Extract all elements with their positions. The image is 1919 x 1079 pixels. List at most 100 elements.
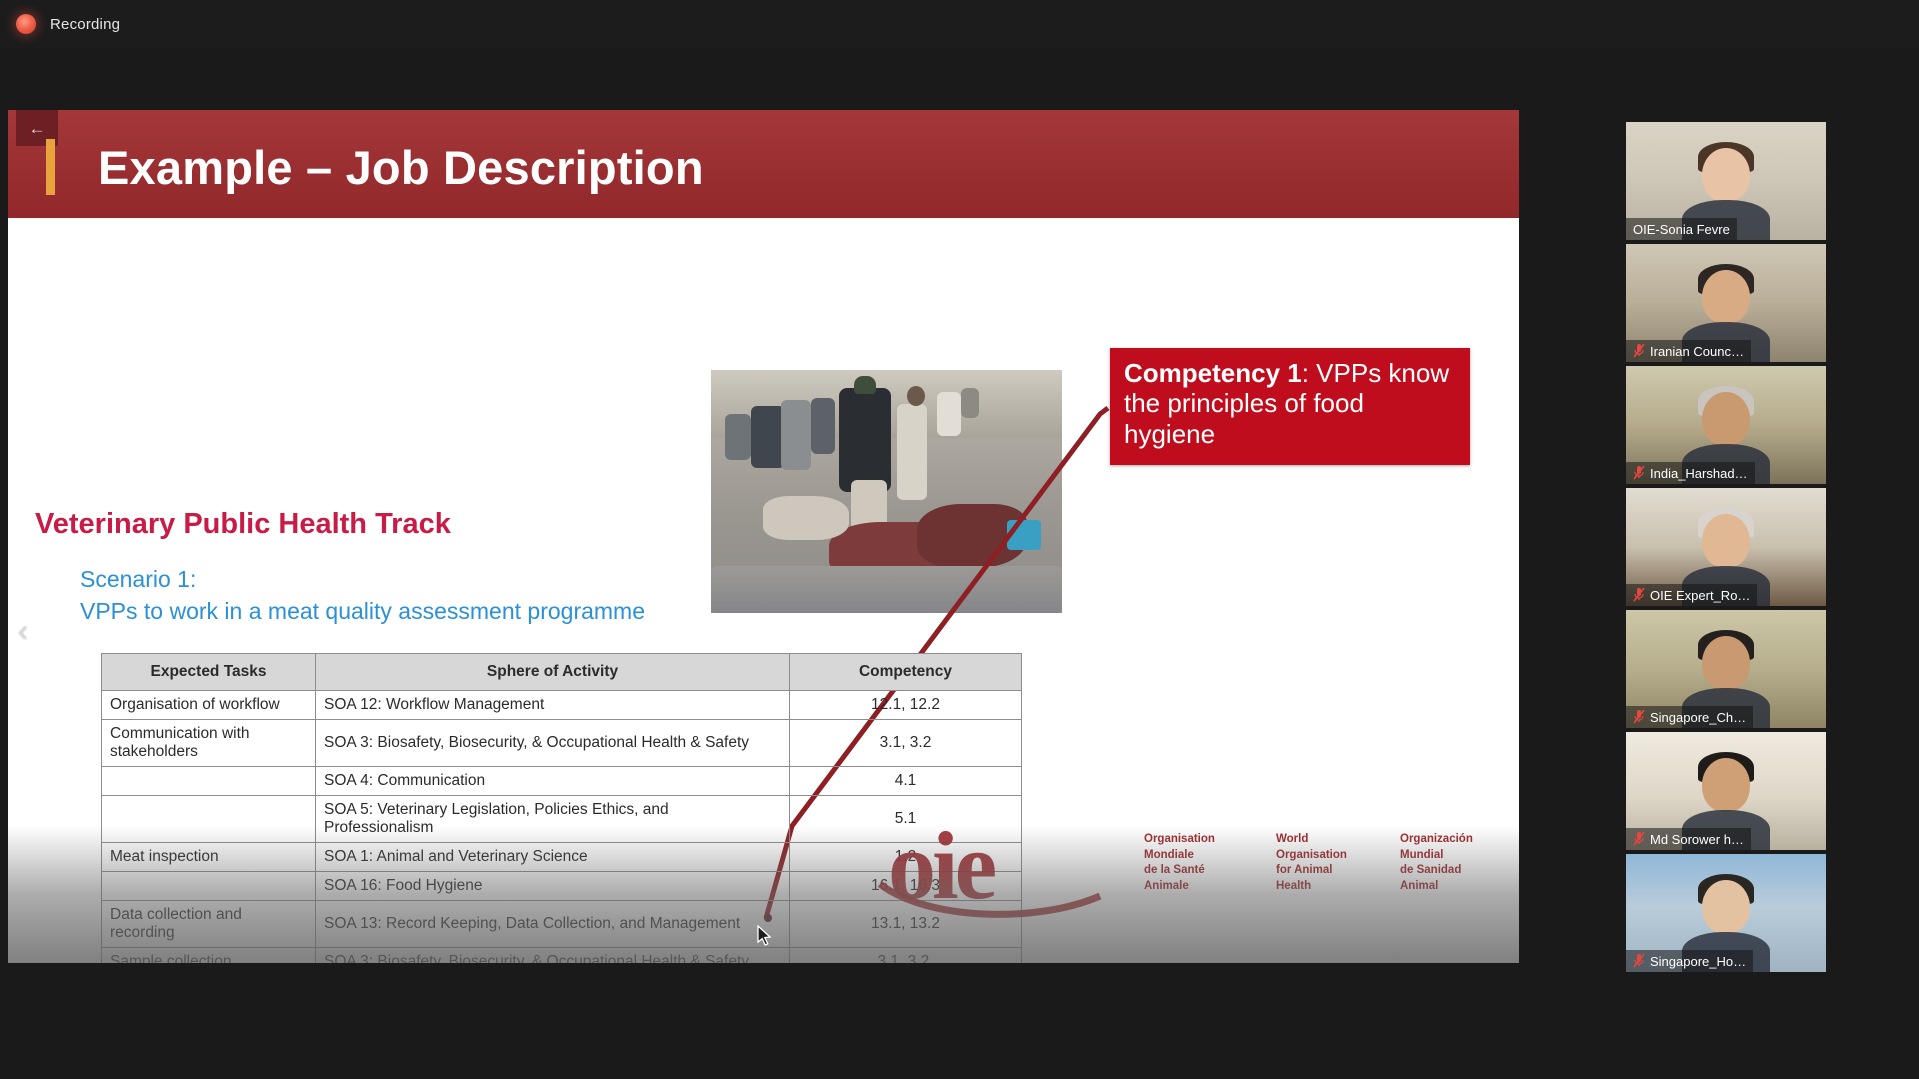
participant-name-bar: Singapore_Ho… bbox=[1626, 950, 1754, 972]
scenario-description: VPPs to work in a meat quality assessmen… bbox=[80, 598, 646, 624]
cell-sphere-of-activity: SOA 1: Animal and Veterinary Science bbox=[315, 842, 790, 872]
table-row: Sample collection SOA 3: Biosafety, Biose… bbox=[101, 947, 1022, 963]
competency-callout-bold: Competency 1 bbox=[1124, 358, 1302, 388]
table-header-row: Expected Tasks Sphere of Activity Compet… bbox=[101, 653, 1022, 691]
participant-name: OIE-Sonia Fevre bbox=[1633, 221, 1730, 237]
cell-sphere-of-activity: SOA 16: Food Hygiene bbox=[315, 871, 790, 901]
title-accent-bar bbox=[46, 139, 55, 195]
table-row: Meat inspection SOA 1: Animal and Veterin… bbox=[101, 842, 1022, 872]
shared-screen-stage[interactable]: ← Example – Job Description Veterinary P… bbox=[8, 110, 1519, 963]
oie-logo-english: World Organisation for Animal Health bbox=[1276, 832, 1347, 894]
participant-tile[interactable]: India_Harshad… bbox=[1626, 366, 1826, 484]
avatar bbox=[1702, 392, 1750, 446]
slide-photo bbox=[711, 370, 1062, 613]
oie-logo-line: Mundial bbox=[1400, 848, 1444, 861]
cell-competency: 3.1, 3.2, bbox=[789, 947, 1022, 963]
cell-sphere-of-activity: SOA 4: Communication bbox=[315, 766, 790, 796]
participant-name: Singapore_Ho… bbox=[1650, 953, 1747, 969]
oie-logo-line: World bbox=[1276, 833, 1309, 845]
oie-swoosh-icon bbox=[877, 881, 1102, 918]
recording-bar: Recording bbox=[0, 0, 1919, 48]
competency-callout-text: Competency 1: VPPs know the principles o… bbox=[1124, 358, 1460, 449]
participant-name-bar: India_Harshad… bbox=[1626, 462, 1755, 484]
oie-logo-line: Organisation bbox=[1276, 848, 1347, 861]
cell-expected-task bbox=[101, 871, 316, 901]
microphone-muted-icon bbox=[1633, 588, 1645, 602]
avatar bbox=[1702, 880, 1750, 934]
competency-table-body: Organisation of workflow SOA 12: Workflow… bbox=[101, 690, 1022, 963]
oie-logo-spanish: Organización Mundial de Sanidad Animal bbox=[1400, 832, 1473, 894]
cell-competency: 12.1, 12.2 bbox=[789, 690, 1022, 720]
oie-logo-line: de la Santé bbox=[1144, 864, 1205, 877]
cell-sphere-of-activity: SOA 3: Biosafety, Biosecurity, & Occupat… bbox=[315, 947, 790, 963]
slide-body: Veterinary Public Health Track Scenario … bbox=[8, 218, 1519, 963]
table-row: SOA 4: Communication 4.1 bbox=[101, 766, 1022, 796]
recording-label: Recording bbox=[50, 15, 121, 33]
column-header-competency: Competency bbox=[789, 653, 1022, 691]
participant-tile[interactable]: OIE Expert_Ro… bbox=[1626, 488, 1826, 606]
oie-logo-line: Mondiale bbox=[1144, 848, 1194, 861]
microphone-muted-icon bbox=[1633, 954, 1645, 968]
participant-name-bar: Iranian Counc… bbox=[1626, 340, 1751, 362]
microphone-muted-icon bbox=[1633, 832, 1645, 846]
avatar bbox=[1702, 148, 1750, 202]
microphone-muted-icon bbox=[1633, 344, 1645, 358]
oie-logo-line: for Animal bbox=[1276, 864, 1333, 877]
participant-name: India_Harshad… bbox=[1650, 465, 1748, 481]
cell-expected-task bbox=[101, 795, 316, 843]
participant-name: Singapore_Ch… bbox=[1650, 709, 1747, 725]
oie-logo-line: de Sanidad bbox=[1400, 864, 1462, 877]
page-title: Example – Job Description bbox=[98, 141, 704, 194]
cell-expected-task: Meat inspection bbox=[101, 842, 316, 872]
microphone-muted-icon bbox=[1633, 710, 1645, 724]
participant-name: Md Sorower h… bbox=[1650, 831, 1744, 847]
cell-expected-task: Sample collection bbox=[101, 947, 316, 963]
participant-name-bar: OIE Expert_Ro… bbox=[1626, 584, 1758, 606]
oie-logo-line: Health bbox=[1276, 879, 1312, 892]
competency-callout: Competency 1: VPPs know the principles o… bbox=[1110, 348, 1470, 465]
cell-competency: 4.1 bbox=[789, 766, 1022, 796]
cell-sphere-of-activity: SOA 12: Workflow Management bbox=[315, 690, 790, 720]
avatar bbox=[1702, 514, 1750, 568]
participant-tile[interactable]: OIE-Sonia Fevre bbox=[1626, 122, 1826, 240]
avatar bbox=[1702, 270, 1750, 324]
previous-slide-chevron-icon[interactable]: ‹ bbox=[18, 616, 28, 646]
cell-sphere-of-activity: SOA 5: Veterinary Legislation, Policies … bbox=[315, 795, 790, 843]
participant-tile[interactable]: Singapore_Ho… bbox=[1626, 854, 1826, 972]
cell-competency: 3.1, 3.2 bbox=[789, 719, 1022, 767]
scenario-label: Scenario 1: bbox=[80, 566, 197, 592]
microphone-muted-icon bbox=[1633, 466, 1645, 480]
cell-sphere-of-activity: SOA 13: Record Keeping, Data Collection,… bbox=[315, 900, 790, 948]
recording-indicator-icon bbox=[16, 14, 36, 34]
table-row: Communication with stakeholders SOA 3: Bi… bbox=[101, 719, 1022, 767]
avatar bbox=[1702, 758, 1750, 812]
oie-logo: oie Organisation Mondiale de la Santé Anima… bbox=[877, 818, 1473, 938]
participant-tile[interactable]: Md Sorower h… bbox=[1626, 732, 1826, 850]
column-header-expected-tasks: Expected Tasks bbox=[101, 653, 316, 691]
cell-sphere-of-activity: SOA 3: Biosafety, Biosecurity, & Occupat… bbox=[315, 719, 790, 767]
oie-logo-french: Organisation Mondiale de la Santé Animale bbox=[1144, 832, 1215, 894]
participant-name: Iranian Counc… bbox=[1650, 343, 1744, 359]
oie-logo-line: Animale bbox=[1144, 879, 1189, 892]
table-row: Organisation of workflow SOA 12: Workflow… bbox=[101, 690, 1022, 720]
participant-rail[interactable]: OIE-Sonia Fevre Iranian Counc… India_Harsh… bbox=[1626, 122, 1826, 976]
mouse-cursor bbox=[757, 925, 772, 946]
column-header-sphere-of-activity: Sphere of Activity bbox=[315, 653, 790, 691]
table-row: SOA 5: Veterinary Legislation, Policies … bbox=[101, 795, 1022, 843]
oie-logo-line: Organisation bbox=[1144, 833, 1215, 845]
cell-expected-task: Organisation of workflow bbox=[101, 690, 316, 720]
cell-expected-task: Data collection and recording bbox=[101, 900, 316, 948]
participant-name-bar: Md Sorower h… bbox=[1626, 828, 1751, 850]
track-heading: Veterinary Public Health Track bbox=[35, 508, 451, 540]
participant-tile[interactable]: Singapore_Ch… bbox=[1626, 610, 1826, 728]
slide-title-band: ← Example – Job Description bbox=[8, 110, 1519, 218]
participant-name: OIE Expert_Ro… bbox=[1650, 587, 1751, 603]
participant-name-bar: OIE-Sonia Fevre bbox=[1626, 218, 1737, 240]
oie-logo-line: Animal bbox=[1400, 879, 1439, 892]
cell-expected-task bbox=[101, 766, 316, 796]
participant-name-bar: Singapore_Ch… bbox=[1626, 706, 1754, 728]
cell-expected-task: Communication with stakeholders bbox=[101, 719, 316, 767]
participant-tile[interactable]: Iranian Counc… bbox=[1626, 244, 1826, 362]
avatar bbox=[1702, 636, 1750, 690]
oie-logo-line: Organización bbox=[1400, 833, 1473, 845]
